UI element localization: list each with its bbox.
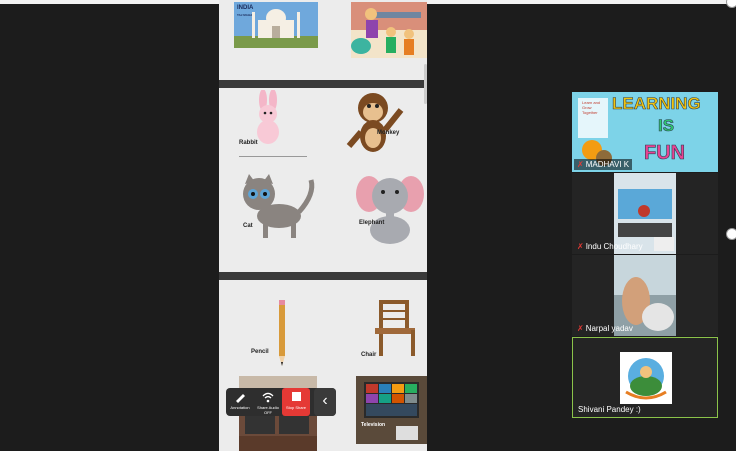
- pencil-icon: [236, 394, 245, 403]
- page-separator: [219, 80, 427, 88]
- frame-handle[interactable]: [726, 228, 736, 240]
- participant-name-text: Indu Choudhary: [585, 242, 643, 251]
- rabbit-label: Rabbit: [239, 140, 258, 146]
- participant-name-text: MADHAVI K: [585, 160, 630, 169]
- stop-share-label: Stop Share: [285, 405, 306, 410]
- slide-page: Rabbit Monkey Cat Elephant: [219, 88, 427, 272]
- monkey-label: Monkey: [377, 130, 400, 136]
- cat-picture: [243, 174, 315, 238]
- slide-page: INDIA TAJ MAHAL: [219, 0, 427, 80]
- chair-label: Chair: [361, 352, 377, 358]
- screen-share-stage: INDIA TAJ MAHAL Rabbit Monkey Cat Elepha…: [0, 0, 736, 451]
- shivani-profile-picture: [620, 352, 672, 404]
- stop-share-button[interactable]: Stop Share: [282, 388, 310, 416]
- kids-in-library-picture: [351, 2, 427, 58]
- cat-label: Cat: [243, 223, 253, 229]
- kids-drawing: [351, 2, 427, 55]
- participant-name-narpal: ✗ Narpal yadav: [574, 323, 636, 334]
- television-label: Television: [361, 422, 386, 428]
- frame-handle[interactable]: [726, 0, 736, 8]
- collapse-toolbar-button[interactable]: ‹: [314, 388, 336, 416]
- chair-picture: [375, 300, 415, 356]
- pencil-picture: [279, 300, 285, 366]
- shared-document[interactable]: INDIA TAJ MAHAL Rabbit Monkey Cat Elepha…: [219, 0, 427, 451]
- participant-tile-shivani[interactable]: Shivani Pandey :): [572, 337, 718, 418]
- stop-icon: [291, 392, 301, 401]
- taj-mahal-picture: INDIA TAJ MAHAL: [234, 2, 318, 48]
- participant-name-text: Shivani Pandey :): [578, 405, 641, 414]
- elephant-picture: [356, 176, 424, 244]
- monkey-picture: [346, 93, 404, 152]
- muted-mic-icon: ✗: [577, 160, 584, 169]
- participant-tile-madhavi[interactable]: Learn and Grow Together LEARNING IS FUN …: [572, 92, 718, 172]
- muted-mic-icon: ✗: [577, 324, 584, 333]
- pencil-label: Pencil: [251, 349, 269, 355]
- tile-small-caption: Learn and Grow Together: [582, 100, 601, 115]
- page-separator: [219, 272, 427, 280]
- participant-name-madhavi: ✗ MADHAVI K: [574, 159, 633, 170]
- tile-headline-word: IS: [658, 116, 675, 136]
- participant-tile-narpal[interactable]: ✗ Narpal yadav: [572, 255, 718, 336]
- tv-wall-drawing: [364, 382, 419, 440]
- tile-headline-word: LEARNING: [612, 94, 701, 114]
- participant-name-indu: ✗ Indu Choudhary: [574, 241, 646, 252]
- tile-headline-word: FUN: [644, 142, 686, 165]
- participant-name-text: Narpal yadav: [585, 324, 633, 333]
- annotation-button[interactable]: Annotation: [226, 388, 254, 416]
- rabbit-picture: [257, 90, 279, 144]
- chevron-left-icon: ‹: [322, 392, 328, 409]
- share-audio-label: Share Audio OFF: [257, 405, 279, 415]
- taj-mahal-drawing: [234, 9, 318, 48]
- wifi-icon: [262, 392, 274, 403]
- document-scrollbar[interactable]: [424, 64, 427, 104]
- share-audio-button[interactable]: Share Audio OFF: [254, 388, 282, 416]
- slide-page: Pencil Chair Television: [219, 280, 427, 451]
- muted-mic-icon: ✗: [577, 242, 584, 251]
- television-picture: Television: [356, 376, 427, 444]
- divider-line: [239, 156, 307, 157]
- participant-name-shivani: Shivani Pandey :): [575, 404, 644, 415]
- elephant-label: Elephant: [359, 220, 385, 226]
- participant-tile-indu[interactable]: ✗ Indu Choudhary: [572, 173, 718, 254]
- annotation-label: Annotation: [230, 405, 250, 410]
